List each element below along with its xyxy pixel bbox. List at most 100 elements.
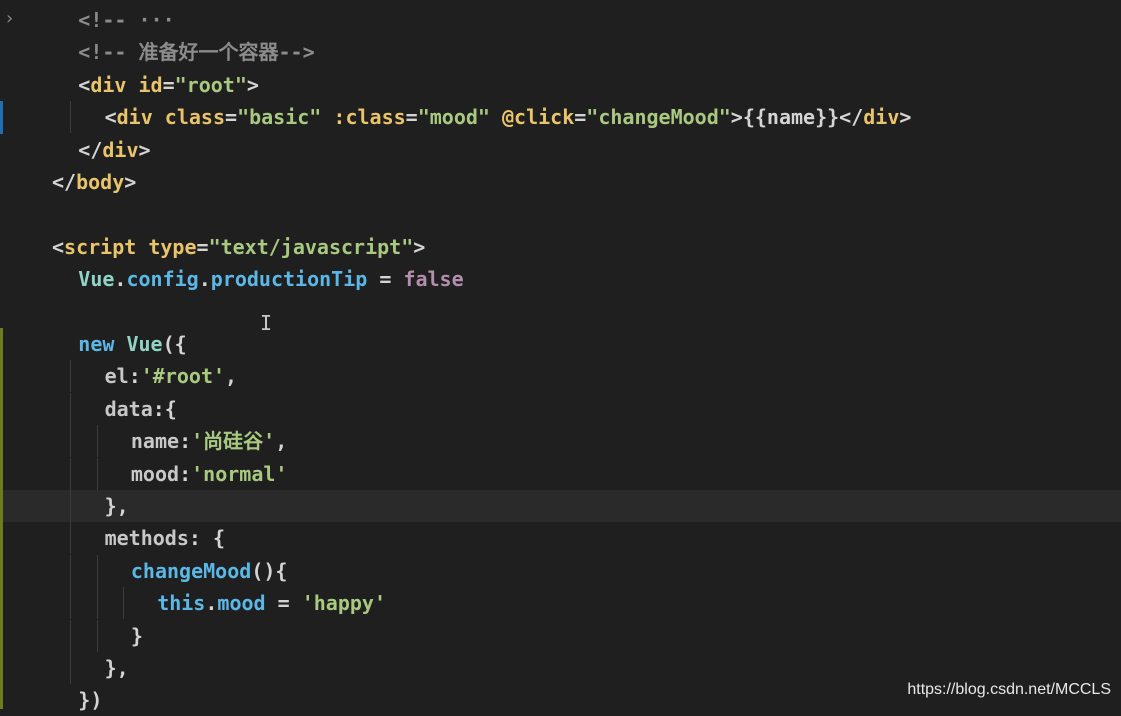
- code-token: this: [157, 591, 206, 616]
- code-token: },: [104, 494, 129, 518]
- indent-guide: [96, 554, 98, 587]
- text-cursor-icon: I: [260, 311, 273, 335]
- code-token: "basic": [237, 105, 322, 130]
- code-line[interactable]: el:'#root',: [0, 360, 1121, 393]
- indent-guide: [122, 587, 124, 620]
- code-token: =: [367, 267, 404, 292]
- code-token: @click: [489, 105, 575, 130]
- code-line[interactable]: [0, 296, 1121, 328]
- code-line[interactable]: › <!-- ···: [0, 4, 1121, 36]
- code-token: mood: [130, 461, 180, 486]
- code-token: Vue: [126, 332, 163, 356]
- code-token: <!-- 准备好一个容器-->: [78, 40, 315, 65]
- indent-guide: [70, 425, 72, 458]
- code-token: id: [126, 72, 163, 97]
- indent-guide: [70, 554, 72, 587]
- code-text: },: [105, 490, 129, 522]
- code-token: ({: [162, 332, 187, 356]
- code-token: :{: [152, 396, 177, 421]
- indent-guide: [70, 392, 72, 425]
- code-token: },: [104, 656, 129, 680]
- code-token: .: [205, 591, 218, 616]
- code-line[interactable]: [0, 198, 1121, 230]
- code-line[interactable]: changeMood(){: [0, 554, 1121, 587]
- code-line[interactable]: </body>: [0, 166, 1121, 198]
- code-line[interactable]: Vue.config.productionTip = false: [0, 263, 1121, 295]
- watermark: https://blog.csdn.net/MCCLS: [907, 681, 1111, 698]
- code-text: },: [105, 652, 129, 684]
- indent-guide: [96, 619, 98, 652]
- code-token: type: [136, 234, 197, 259]
- code-text: name:'尚硅谷',: [131, 425, 287, 457]
- code-token: </: [78, 137, 103, 162]
- code-token: =: [265, 591, 302, 616]
- chevron-right-icon[interactable]: ›: [4, 4, 18, 36]
- code-line[interactable]: mood:'normal': [0, 457, 1121, 490]
- code-text: new Vue({: [78, 328, 186, 360]
- indent-guide: [96, 587, 98, 620]
- code-token: div: [863, 105, 900, 130]
- code-line[interactable]: name:'尚硅谷',: [0, 425, 1121, 458]
- code-editor[interactable]: › <!-- ··· <!-- 准备好一个容器--> <div id="root"> <…: [0, 0, 1121, 712]
- code-text: <!-- 准备好一个容器-->: [78, 36, 314, 68]
- code-line[interactable]: },: [0, 652, 1121, 684]
- code-text: mood:'normal': [131, 458, 288, 490]
- code-token: '#root': [140, 364, 226, 389]
- code-line[interactable]: },: [0, 490, 1121, 522]
- code-line[interactable]: </div>: [0, 134, 1121, 166]
- code-token: <: [52, 234, 65, 259]
- code-line[interactable]: new Vue({: [0, 328, 1121, 360]
- code-token: "mood": [417, 105, 490, 130]
- code-text: data:{: [105, 393, 177, 425]
- code-token: (){: [251, 558, 288, 583]
- code-token: >: [246, 72, 259, 97]
- modified-line-marker: [0, 101, 3, 134]
- indent-guide: [70, 360, 72, 393]
- code-token: changeMood: [130, 558, 252, 583]
- code-line[interactable]: <!-- 准备好一个容器-->: [0, 36, 1121, 68]
- code-token: div: [102, 137, 139, 162]
- code-line[interactable]: <script type="text/javascript">: [0, 231, 1121, 263]
- code-token: false: [403, 267, 464, 292]
- code-text: <!-- ···: [78, 4, 174, 36]
- code-line[interactable]: this.mood = 'happy': [0, 587, 1121, 620]
- added-lines-marker: [0, 328, 3, 709]
- code-text: <script type="text/javascript">: [52, 231, 425, 263]
- code-token: ,: [225, 364, 238, 389]
- code-token: =: [574, 105, 587, 130]
- code-token: <: [104, 105, 117, 130]
- indent-guide: [96, 425, 98, 458]
- code-text: }: [131, 620, 143, 652]
- indent-guide: [70, 652, 72, 684]
- code-token: productionTip: [210, 267, 368, 292]
- code-line[interactable]: data:{: [0, 392, 1121, 425]
- code-token: >{{name}}</: [730, 105, 864, 130]
- code-token: =: [196, 234, 209, 259]
- code-line[interactable]: <div id="root">: [0, 69, 1121, 101]
- code-token: >: [124, 170, 137, 194]
- code-token: : {: [188, 526, 226, 551]
- code-line[interactable]: methods: {: [0, 522, 1121, 555]
- code-token: ,: [275, 429, 288, 454]
- code-token: .: [114, 267, 127, 292]
- code-line[interactable]: }: [0, 619, 1121, 652]
- code-token: <!--: [78, 8, 139, 32]
- code-text: </div>: [78, 134, 150, 166]
- indent-guide: [70, 490, 72, 522]
- code-line[interactable]: <div class="basic" :class="mood" @click=…: [0, 101, 1121, 134]
- code-token: >: [138, 137, 151, 162]
- code-text: </body>: [52, 166, 136, 198]
- code-token: mood: [217, 591, 266, 616]
- code-token: :: [179, 429, 192, 454]
- indent-guide: [70, 522, 72, 555]
- code-text: this.mood = 'happy': [157, 587, 386, 619]
- code-token: body: [76, 170, 125, 194]
- code-token: methods: [104, 526, 189, 551]
- indent-guide: [70, 587, 72, 620]
- code-token: >: [413, 234, 426, 259]
- code-token: =: [405, 105, 418, 130]
- code-token: :: [128, 364, 141, 389]
- code-token: '尚硅谷': [191, 429, 276, 454]
- code-token: <: [78, 72, 91, 97]
- code-token: div: [116, 105, 153, 130]
